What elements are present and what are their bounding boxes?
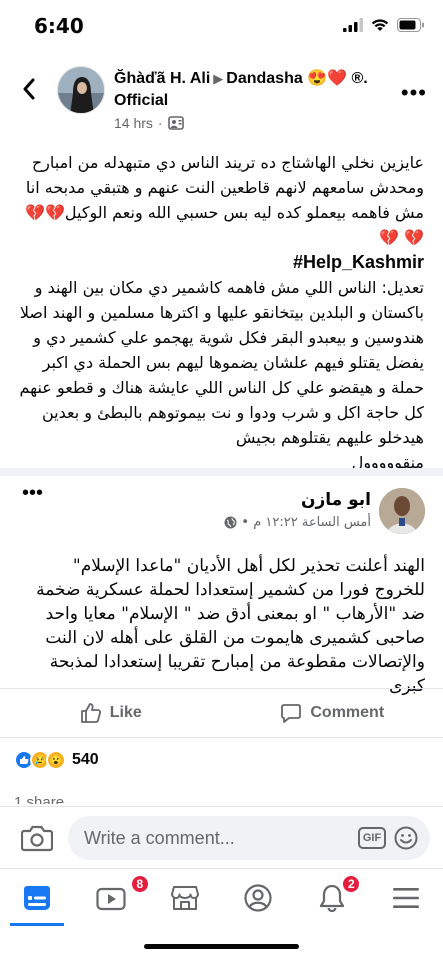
- tab-marketplace[interactable]: [148, 869, 222, 926]
- status-bar: 6:40: [0, 0, 443, 56]
- author-avatar[interactable]: [57, 66, 105, 114]
- more-options-icon[interactable]: •••: [401, 80, 427, 106]
- tab-watch[interactable]: 8: [74, 869, 150, 926]
- reaction-count: 540: [72, 751, 99, 768]
- status-icons: [343, 18, 425, 32]
- shared-author-avatar[interactable]: [379, 488, 425, 534]
- home-indicator: [144, 944, 299, 949]
- gif-button[interactable]: GIF: [358, 827, 386, 849]
- comment-bubble-icon: [281, 704, 302, 723]
- shared-post-text: الهند أعلنت تحذير لكل أهل الأديان "ماعدا…: [36, 556, 425, 696]
- post-paragraph-1: عايزين نخلي الهاشتاج ده تريند الناس دي م…: [25, 153, 424, 247]
- like-label: Like: [109, 704, 142, 721]
- tab-profile[interactable]: [221, 869, 295, 926]
- post-actions: Like Comment: [0, 688, 443, 738]
- signal-icon: [343, 18, 363, 32]
- comment-bar: Write a comment... GIF: [0, 806, 443, 868]
- bottom-tab-bar: 8 2: [0, 868, 443, 926]
- reactions-summary[interactable]: 😢 😮 540: [14, 748, 99, 772]
- comment-input[interactable]: Write a comment... GIF: [68, 816, 430, 860]
- camera-button[interactable]: [20, 821, 54, 855]
- shares-count[interactable]: 1 share: [14, 796, 64, 804]
- post-body: عايزين نخلي الهاشتاج ده تريند الناس دي م…: [18, 150, 424, 475]
- wifi-icon: [371, 19, 389, 31]
- like-button[interactable]: Like: [0, 689, 222, 737]
- profile-icon: [244, 883, 272, 912]
- comment-label: Comment: [310, 704, 385, 721]
- hamburger-menu-icon: [393, 887, 420, 908]
- tab-news-feed[interactable]: [0, 869, 74, 926]
- back-button[interactable]: [14, 74, 44, 104]
- shared-post-time: أمس الساعة ١٢:٢٢ م •: [224, 515, 371, 530]
- shared-time-text: أمس الساعة ١٢:٢٢ م •: [241, 515, 371, 530]
- comment-placeholder: Write a comment...: [84, 828, 235, 848]
- news-feed-icon: [23, 885, 50, 910]
- globe-icon: [224, 516, 237, 529]
- tab-menu[interactable]: [369, 869, 443, 926]
- comment-button[interactable]: Comment: [222, 689, 443, 737]
- marketplace-icon: [170, 885, 199, 910]
- status-time: 6:40: [34, 14, 84, 38]
- post-header: Ğhàďã H. Ali ▶ Dandasha 😍❤️ ®. Official 14…: [0, 62, 443, 142]
- wow-reaction-icon: 😮: [46, 750, 66, 770]
- watch-video-icon: [96, 887, 126, 910]
- like-thumb-icon: [80, 703, 101, 723]
- chevron-left-icon: [23, 78, 35, 100]
- author-name[interactable]: Ğhàďã H. Ali: [114, 70, 210, 87]
- separator: ·: [157, 115, 163, 131]
- shared-more-options-icon[interactable]: •••: [22, 482, 43, 505]
- avatar-image: [58, 67, 104, 113]
- battery-icon: [397, 18, 424, 32]
- tab-notifications[interactable]: 2: [295, 869, 369, 926]
- share-arrow-icon: ▶: [213, 71, 224, 86]
- notifications-badge: 2: [341, 874, 362, 894]
- camera-icon: [21, 825, 53, 852]
- post-paragraph-2: تعديل: الناس اللي مش فاهمه كاشمير دي مكا…: [19, 278, 424, 447]
- post-time[interactable]: 14 hrs: [114, 115, 153, 131]
- shared-avatar-image: [379, 488, 425, 534]
- post-hashtag[interactable]: #Help_Kashmir: [18, 250, 424, 275]
- audience-group-icon: [167, 116, 184, 130]
- post-meta: 14 hrs ·: [114, 115, 184, 131]
- post-author-line: Ğhàďã H. Ali ▶ Dandasha 😍❤️ ®. Official: [114, 68, 394, 112]
- shared-author-name[interactable]: ابو مازن: [301, 490, 371, 510]
- shared-post[interactable]: ••• ابو مازن أمس الساعة ١٢:٢٢ م • الهند …: [0, 468, 443, 696]
- emoji-icon[interactable]: [394, 826, 418, 850]
